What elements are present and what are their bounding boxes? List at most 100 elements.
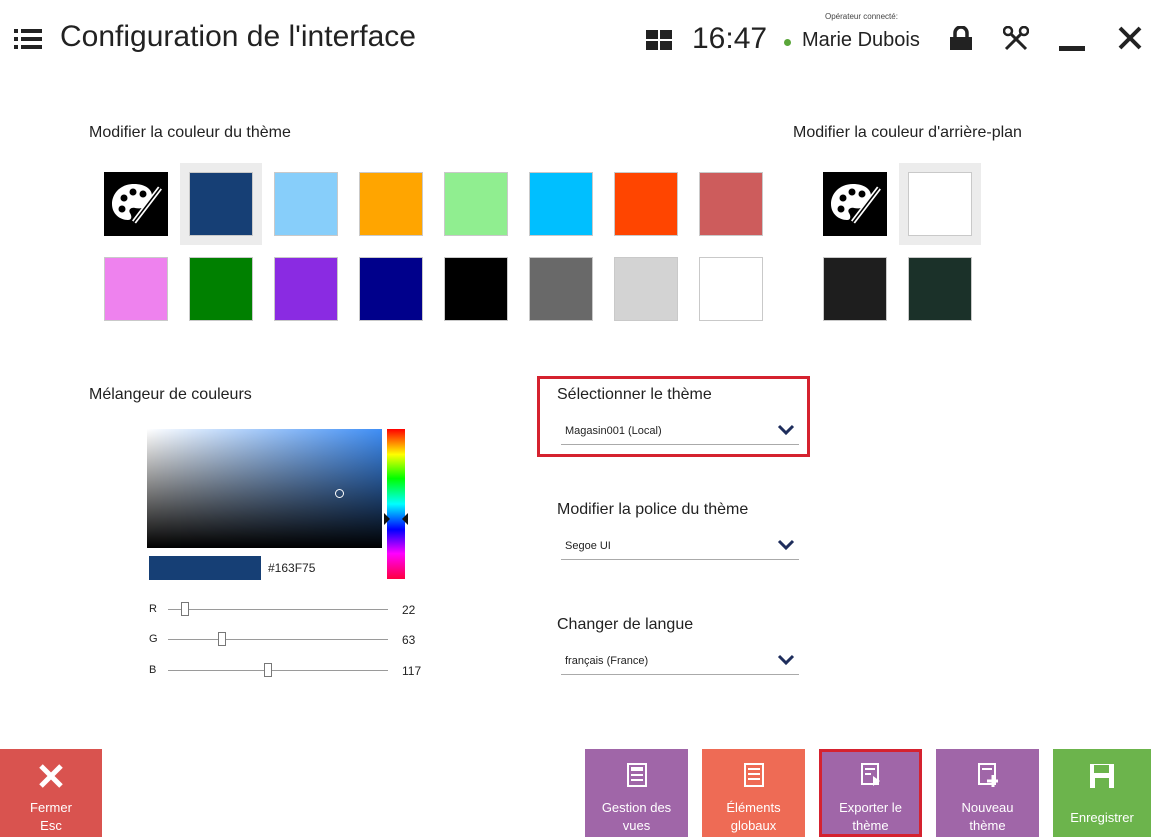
online-status-dot: [784, 39, 791, 46]
views-icon: [626, 763, 647, 787]
theme-color-label: Modifier la couleur du thème: [89, 124, 291, 141]
close-button[interactable]: Fermer Esc: [0, 749, 102, 837]
color-swatch: [908, 172, 972, 236]
blue-label: B: [149, 664, 157, 676]
color-swatch: [274, 172, 338, 236]
hue-slider-handle[interactable]: [384, 512, 408, 525]
grid-view-icon[interactable]: [646, 30, 672, 50]
hex-value: #163F75: [268, 561, 316, 575]
current-color-preview: [149, 556, 261, 580]
operator-caption: Opérateur connecté:: [825, 12, 898, 21]
language-select-value: français (France): [565, 655, 649, 667]
green-value: 63: [402, 633, 416, 647]
color-swatch: [359, 257, 423, 321]
color-picker-handle[interactable]: [335, 489, 344, 498]
green-label: G: [149, 633, 158, 645]
red-slider-thumb[interactable]: [181, 602, 189, 616]
theme-color-swatch[interactable]: [605, 163, 687, 245]
theme-color-swatch[interactable]: [690, 163, 772, 245]
save-button-label: Enregistrer: [1070, 810, 1134, 825]
export-button-label-2: thème: [852, 818, 889, 833]
blue-slider-thumb[interactable]: [264, 663, 272, 677]
color-swatch: [529, 257, 593, 321]
new-theme-button[interactable]: Nouveau thème: [936, 749, 1039, 837]
minimize-icon[interactable]: [1059, 46, 1085, 51]
hue-slider[interactable]: [387, 429, 405, 579]
language-select-label: Changer de langue: [557, 616, 694, 633]
color-swatch: [823, 257, 887, 321]
background-color-custom-color-button[interactable]: [814, 163, 896, 245]
theme-color-swatch[interactable]: [520, 248, 602, 330]
theme-color-swatch[interactable]: [520, 163, 602, 245]
palette-icon: [104, 172, 168, 236]
green-slider-thumb[interactable]: [218, 632, 226, 646]
color-swatch: [189, 257, 253, 321]
theme-color-swatch[interactable]: [350, 248, 432, 330]
color-swatch: [359, 172, 423, 236]
tools-icon[interactable]: [1002, 25, 1030, 52]
background-color-swatch[interactable]: [899, 248, 981, 330]
theme-color-swatch[interactable]: [180, 248, 262, 330]
color-swatch: [614, 257, 678, 321]
views-management-button[interactable]: Gestion des vues: [585, 749, 688, 837]
color-swatch: [699, 172, 763, 236]
color-swatch: [699, 257, 763, 321]
new-document-icon: [977, 763, 998, 787]
export-icon: [860, 763, 880, 786]
color-mixer-label: Mélangeur de couleurs: [89, 386, 252, 403]
save-button[interactable]: Enregistrer: [1053, 749, 1151, 837]
views-button-label-2: vues: [622, 818, 651, 833]
background-color-swatch[interactable]: [899, 163, 981, 245]
chevron-down-icon: [777, 539, 795, 551]
page-title: Configuration de l'interface: [60, 20, 416, 53]
export-theme-button[interactable]: Exporter le thème: [819, 749, 922, 837]
saturation-value-picker[interactable]: [147, 429, 382, 548]
close-icon: [39, 764, 63, 788]
background-color-label: Modifier la couleur d'arrière-plan: [793, 124, 1022, 141]
green-slider-track[interactable]: [168, 639, 388, 640]
lock-icon[interactable]: [949, 25, 973, 52]
theme-color-swatch[interactable]: [180, 163, 262, 245]
color-swatch: [274, 257, 338, 321]
blue-value: 117: [402, 664, 422, 678]
theme-color-swatch[interactable]: [265, 248, 347, 330]
theme-select-dropdown[interactable]: Magasin001 (Local): [561, 422, 799, 445]
blue-slider-track[interactable]: [168, 670, 388, 671]
font-select-value: Segoe UI: [565, 540, 611, 552]
close-button-label: Fermer: [30, 800, 72, 815]
new-button-label-1: Nouveau: [961, 800, 1014, 815]
close-window-icon[interactable]: [1116, 24, 1144, 52]
red-label: R: [149, 603, 157, 615]
color-swatch: [614, 172, 678, 236]
theme-color-swatch[interactable]: [95, 248, 177, 330]
menu-icon[interactable]: [14, 28, 42, 50]
theme-select-value: Magasin001 (Local): [565, 425, 662, 437]
red-slider-track[interactable]: [168, 609, 388, 610]
color-swatch: [908, 257, 972, 321]
red-value: 22: [402, 603, 416, 617]
chevron-down-icon: [777, 654, 795, 666]
color-swatch: [444, 257, 508, 321]
clock: 16:47: [692, 22, 768, 55]
theme-color-swatch[interactable]: [435, 248, 517, 330]
theme-color-swatch[interactable]: [690, 248, 772, 330]
theme-color-swatch[interactable]: [605, 248, 687, 330]
theme-color-swatch[interactable]: [265, 163, 347, 245]
color-swatch: [529, 172, 593, 236]
new-button-label-2: thème: [969, 818, 1006, 833]
theme-color-swatch[interactable]: [435, 163, 517, 245]
export-button-label-1: Exporter le: [839, 800, 902, 815]
global-button-label-1: Éléments: [726, 800, 781, 815]
palette-icon: [823, 172, 887, 236]
document-list-icon: [743, 763, 764, 787]
font-select-dropdown[interactable]: Segoe UI: [561, 537, 799, 560]
operator-name: Marie Dubois: [802, 29, 920, 51]
global-button-label-2: globaux: [730, 818, 777, 833]
theme-color-custom-color-button[interactable]: [95, 163, 177, 245]
theme-color-swatch[interactable]: [350, 163, 432, 245]
close-button-shortcut: Esc: [40, 818, 62, 833]
language-select-dropdown[interactable]: français (France): [561, 652, 799, 675]
global-elements-button[interactable]: Éléments globaux: [702, 749, 805, 837]
background-color-swatch[interactable]: [814, 248, 896, 330]
views-button-label-1: Gestion des: [601, 800, 672, 815]
